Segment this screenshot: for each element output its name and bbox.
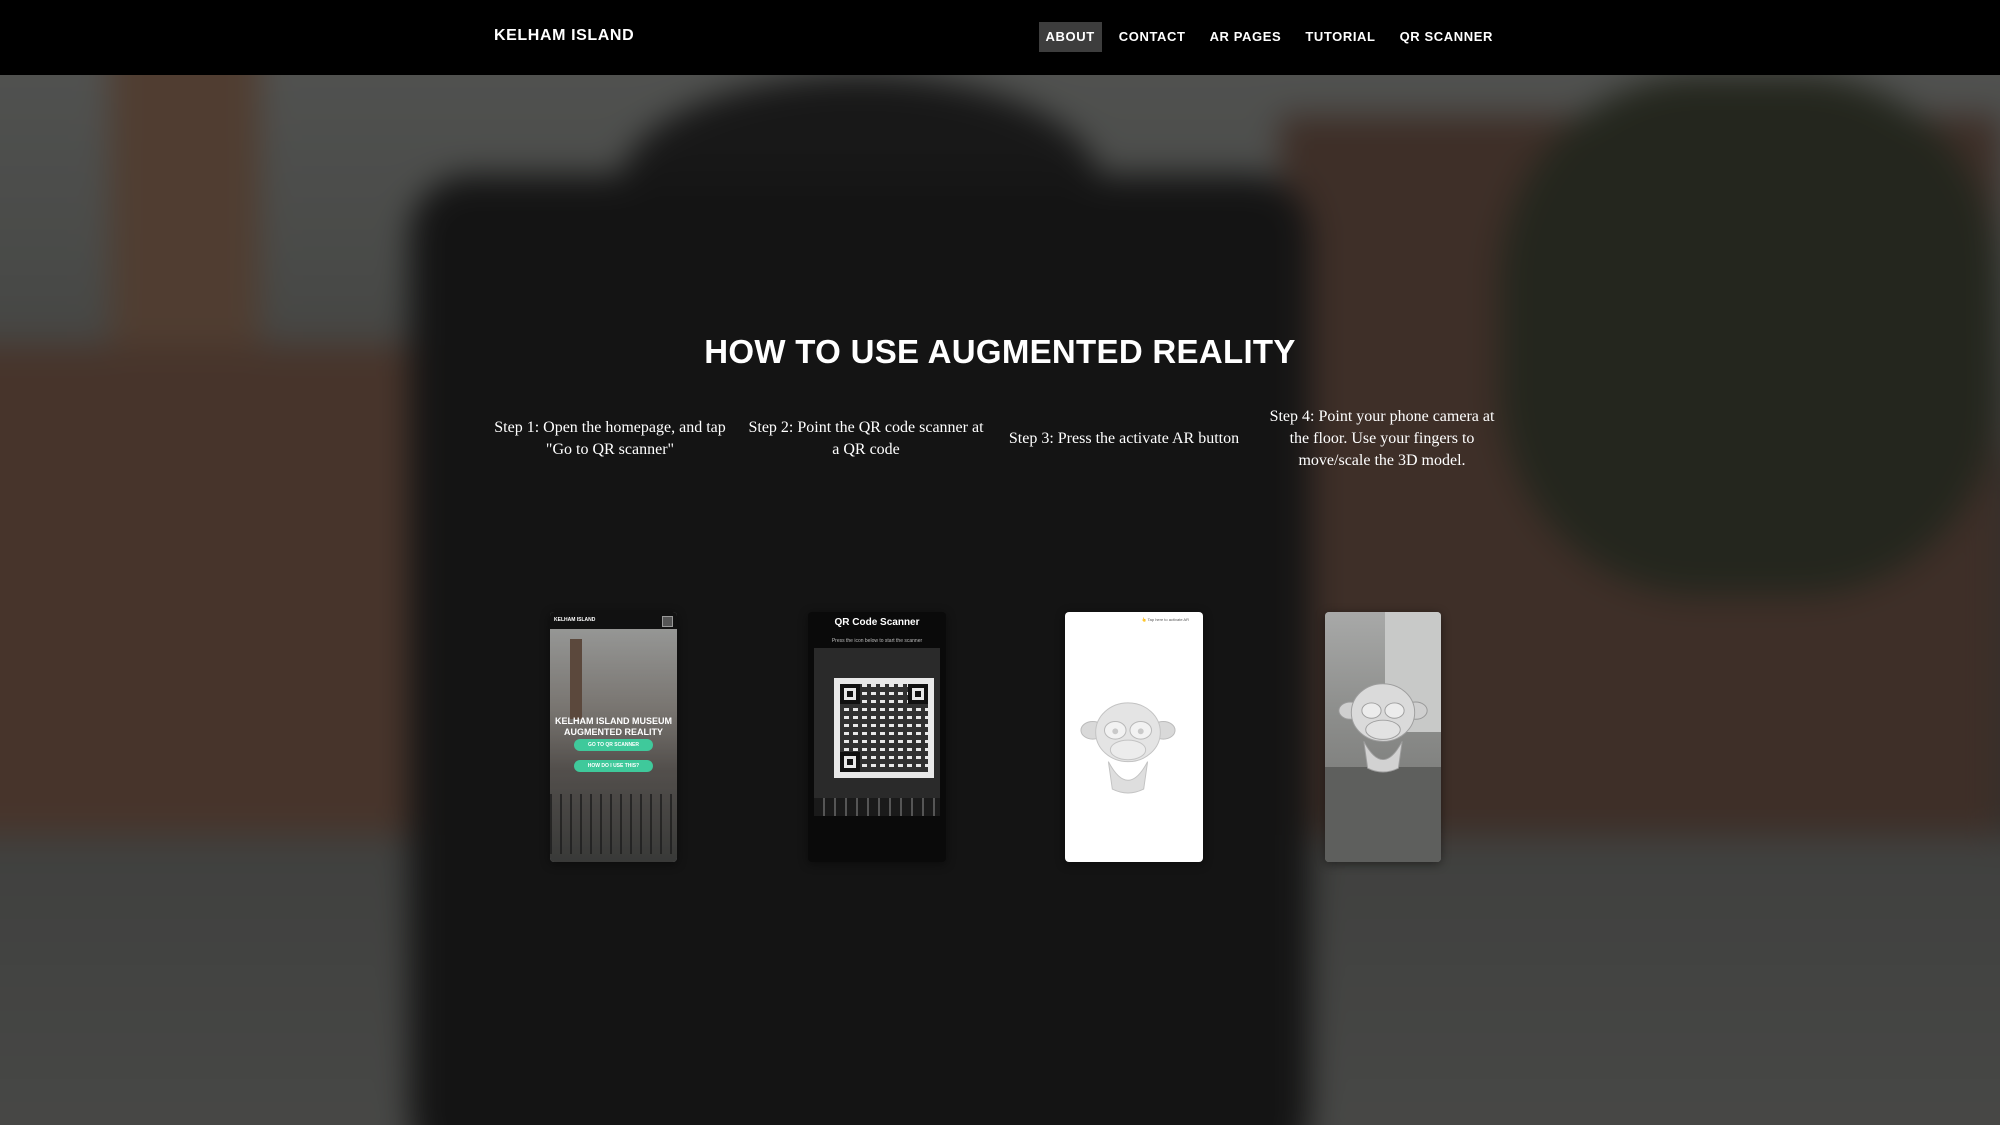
qr-code-icon	[834, 678, 934, 778]
nav-menu: ABOUT CONTACT AR PAGES TUTORIAL QR SCANN…	[1033, 22, 1500, 52]
page-title: HOW TO USE AUGMENTED REALITY	[704, 333, 1296, 370]
phone-brand: KELHAM ISLAND	[554, 617, 596, 623]
step-1: Step 1: Open the homepage, and tap "Go t…	[490, 417, 730, 897]
menu-icon	[662, 616, 673, 627]
step-1-screenshot: KELHAM ISLAND KELHAM ISLAND MUSEUM AUGME…	[550, 612, 677, 862]
phone-hero-title: KELHAM ISLAND MUSEUM AUGMENTED REALITY	[555, 716, 672, 737]
step-4: Step 4: Point your phone camera at the f…	[1262, 408, 1502, 897]
phone-hero-photo: KELHAM ISLAND MUSEUM AUGMENTED REALITY G…	[550, 629, 677, 862]
phone-scanner-title: QR Code Scanner	[834, 617, 920, 628]
step-4-text: Step 4: Point your phone camera at the f…	[1269, 408, 1495, 469]
steps-list: Step 1: Open the homepage, and tap "Go t…	[490, 408, 1510, 897]
step-2: Step 2: Point the QR code scanner at a Q…	[746, 417, 986, 897]
phone-howto-button: HOW DO I USE THIS?	[574, 760, 653, 772]
step-3: Step 3: Press the activate AR button 👆 T…	[1004, 417, 1244, 897]
step-2-screenshot: QR Code Scanner Press the icon below to …	[808, 612, 946, 862]
step-4-screenshot	[1325, 612, 1441, 862]
phone-navbar: KELHAM ISLAND	[550, 612, 677, 629]
nav-contact[interactable]: CONTACT	[1112, 22, 1193, 52]
nav-ar-pages[interactable]: AR PAGES	[1203, 22, 1289, 52]
step-3-screenshot: 👆 Tap here to activate AR	[1065, 612, 1203, 862]
camera-view	[814, 648, 940, 798]
phone-qr-button: GO TO QR SCANNER	[574, 739, 653, 751]
nav-about[interactable]: ABOUT	[1038, 22, 1102, 52]
step-3-text: Step 3: Press the activate AR button	[1008, 430, 1240, 447]
brand-link[interactable]: KELHAM ISLAND	[494, 27, 634, 45]
navbar: KELHAM ISLAND ABOUT CONTACT AR PAGES TUT…	[0, 0, 2000, 75]
activate-ar-hint: 👆 Tap here to activate AR	[1141, 617, 1189, 622]
nav-tutorial[interactable]: TUTORIAL	[1298, 22, 1382, 52]
phone-scanner-subtitle: Press the icon below to start the scanne…	[831, 638, 923, 644]
step-1-text: Step 1: Open the homepage, and tap "Go t…	[494, 419, 726, 458]
keyboard-strip	[814, 798, 940, 816]
nav-qr-scanner[interactable]: QR SCANNER	[1393, 22, 1500, 52]
main-content: HOW TO USE AUGMENTED REALITY Step 1: Ope…	[0, 75, 2000, 1125]
monkey-3d-model-icon	[1338, 683, 1428, 773]
step-2-text: Step 2: Point the QR code scanner at a Q…	[748, 419, 984, 458]
monkey-3d-model-icon	[1080, 702, 1176, 794]
